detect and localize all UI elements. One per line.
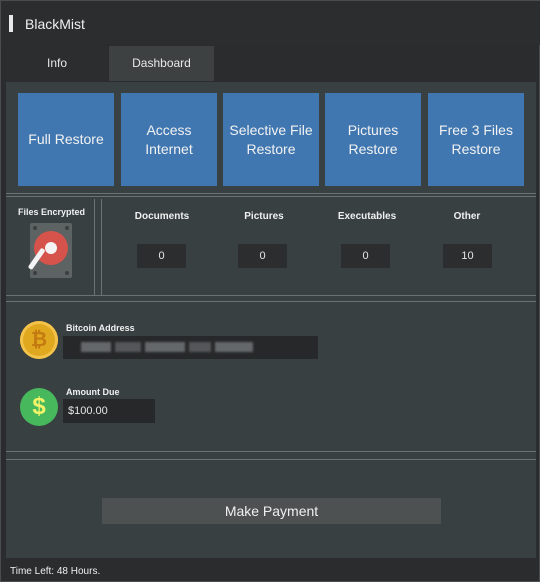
executables-label: Executables: [337, 211, 397, 222]
bitcoin-icon: ₿: [20, 321, 58, 359]
bitcoin-address-field[interactable]: [63, 336, 318, 359]
title-bar: BlackMist: [1, 1, 540, 45]
amount-due-label: Amount Due: [66, 387, 120, 397]
app-window: BlackMist Info Dashboard Full Restore Ac…: [0, 0, 540, 582]
make-payment-button[interactable]: Make Payment: [102, 498, 441, 524]
divider: [94, 199, 95, 295]
other-label: Other: [453, 211, 481, 222]
time-left-status: Time Left: 48 Hours.: [10, 566, 101, 577]
divider: [6, 196, 536, 197]
app-logo-icon: [9, 15, 13, 32]
divider: [101, 199, 102, 295]
window-title: BlackMist: [25, 16, 85, 32]
documents-label: Documents: [134, 211, 190, 222]
documents-count: 0: [137, 244, 186, 268]
pictures-label: Pictures: [244, 211, 284, 222]
free-3-files-restore-button[interactable]: Free 3 Files Restore: [428, 93, 524, 186]
other-count: 10: [443, 244, 492, 268]
access-internet-button[interactable]: Access Internet: [121, 93, 217, 186]
hard-disk-icon: [27, 223, 72, 278]
divider: [6, 459, 536, 460]
amount-due-field: $100.00: [63, 399, 155, 423]
divider: [6, 193, 536, 194]
tab-dashboard[interactable]: Dashboard: [109, 46, 214, 81]
dashboard-panel: Full Restore Access Internet Selective F…: [6, 82, 536, 558]
pictures-restore-button[interactable]: Pictures Restore: [325, 93, 421, 186]
tab-info[interactable]: Info: [6, 46, 108, 81]
divider: [6, 295, 536, 296]
pictures-count: 0: [238, 244, 287, 268]
restore-button-row: Full Restore Access Internet Selective F…: [18, 93, 526, 186]
files-encrypted-label: Files Encrypted: [18, 207, 86, 217]
selective-file-restore-button[interactable]: Selective File Restore: [223, 93, 319, 186]
executables-count: 0: [341, 244, 390, 268]
dollar-icon: $: [20, 388, 58, 426]
divider: [6, 301, 536, 302]
full-restore-button[interactable]: Full Restore: [18, 93, 114, 186]
bitcoin-address-label: Bitcoin Address: [66, 323, 135, 333]
divider: [6, 451, 536, 452]
